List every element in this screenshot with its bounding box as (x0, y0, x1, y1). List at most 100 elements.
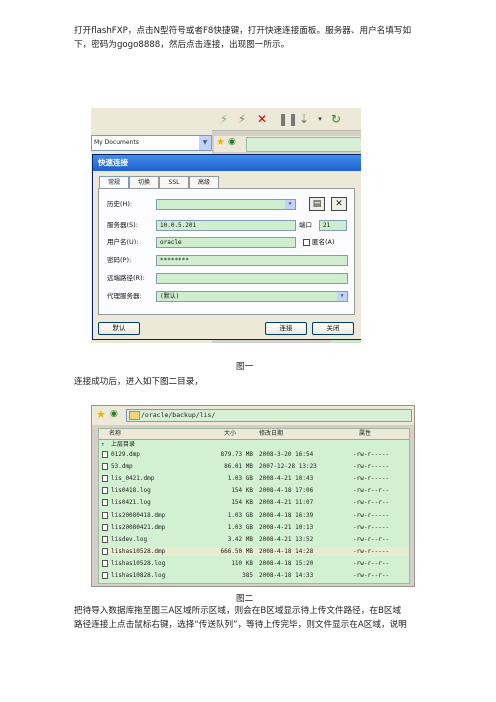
history-delete-button[interactable]: ✕ (331, 197, 347, 211)
file-attributes: -rw-r----- (353, 475, 390, 483)
intro-line-1: 打开flashFXP，点击N型符号或者F8快捷键，打开快速连接面板。服务器、用户… (74, 26, 412, 36)
history-select[interactable]: ▼ (156, 199, 296, 210)
file-row[interactable]: lisdev.log 3.42 MB 2008-4-21 13:52 -rw-r--r… (99, 535, 409, 544)
file-attributes: -rw-r--r-- (353, 499, 390, 507)
file-date: 2008-4-18 14:33 (259, 572, 314, 579)
file-row[interactable]: lis20080418.dmp 1.03 GB 2008-4-18 16:39 -rw… (99, 511, 409, 520)
user-field[interactable]: oracle (156, 237, 296, 248)
file-icon (102, 463, 108, 471)
star-icon[interactable]: ★ (96, 408, 106, 421)
file-size: 110 KB (231, 559, 253, 567)
folder-icon (129, 411, 140, 420)
proxy-select[interactable]: (默认) ▼ (156, 291, 348, 302)
paragraph-3-line-1: 把待导入数据库拖至图三A区域所示区域，则会在B区域显示待上传文件路径，在B区域 (74, 606, 402, 616)
file-icon (102, 523, 108, 531)
file-name: lis0421.log (111, 499, 151, 507)
file-row[interactable]: lishas10528.dmp 666.50 MB 2008-4-18 14:28 -… (99, 546, 409, 557)
file-name: lis_0421.dmp (111, 475, 155, 483)
connect-icon[interactable]: ⚡ (216, 111, 232, 127)
anonymous-label: 匿名(A) (312, 238, 335, 246)
local-path-value: My Documents (94, 139, 139, 146)
file-icon (102, 559, 108, 567)
file-date: 2008-4-21 11:07 (259, 499, 314, 507)
port-field[interactable]: 21 (319, 220, 347, 231)
column-name[interactable]: 名称 (109, 429, 121, 439)
file-date: 2008-4-18 16:39 (259, 511, 314, 519)
file-row[interactable]: 0129.dmp 879.73 MB 2008-3-20 16:54 -rw-r---… (99, 450, 409, 459)
file-date: 2008-4-21 10:43 (259, 475, 314, 483)
file-row[interactable]: lishas10828.log 385 2008-4-18 14:33 -rw-r--… (99, 571, 409, 580)
file-list: 名称 大小 修改日期 属性 ↑ 上层目录 0129.dmp 879.73 MB 20… (98, 428, 410, 584)
address-bar: ★ ◉ /oracle/backup/lis/ (92, 406, 414, 425)
disconnect-icon[interactable]: ⚡ (234, 111, 250, 127)
dropdown-icon[interactable]: ▾ (312, 111, 328, 127)
password-field[interactable]: ******** (156, 255, 348, 266)
tab-advanced[interactable]: 高级 (189, 176, 219, 188)
file-attributes: -rw-r--r-- (353, 559, 390, 567)
refresh-icon[interactable]: ↻ (328, 111, 344, 127)
file-date: 2007-12-28 13:23 (259, 463, 317, 471)
local-path-field[interactable]: My Documents ▼ (91, 135, 212, 151)
chevron-down-icon[interactable]: ▼ (199, 136, 211, 150)
file-row[interactable]: lis0421.log 154 KB 2008-4-21 11:07 -rw-r--r… (99, 498, 409, 507)
globe-icon[interactable]: ◉ (110, 409, 118, 419)
file-name: lis20080421.dmp (111, 523, 166, 531)
file-row[interactable]: lis0418.log 154 KB 2008-4-18 17:06 -rw-r--r… (99, 486, 409, 495)
chevron-down-icon[interactable]: ▼ (285, 200, 295, 209)
user-label: 用户名(U): (107, 238, 139, 246)
history-label: 历史(H): (107, 200, 133, 208)
parent-directory-label: 上层目录 (111, 441, 136, 448)
proxy-value: (默认) (160, 293, 180, 300)
file-row[interactable]: lis20080421.dmp 1.03 GB 2008-4-21 10:13 -rw… (99, 523, 409, 532)
globe-icon[interactable]: ◉ (228, 137, 236, 147)
paragraph-3: 把待导入数据库拖至图三A区域所示区域，则会在B区域显示待上传文件路径，在B区域 … (74, 604, 424, 632)
file-name: lishas10828.log (111, 572, 166, 579)
connect-button[interactable]: 连接 (265, 322, 307, 335)
tab-switch[interactable]: 切换 (129, 176, 159, 188)
remote-path-label: 远端路径(R): (107, 274, 145, 282)
file-name: lis0418.log (111, 487, 151, 495)
figure-quick-connect: ⚡ ⚡ ✕ ❚❚ ⇣ ▾ ↻ My Documents ▼ ★ ◉ 快速连接 常… (91, 108, 361, 343)
abort-icon[interactable]: ✕ (254, 111, 270, 127)
tab-ssl[interactable]: SSL (159, 176, 189, 188)
figure-2-caption: 图二 (236, 594, 254, 604)
server-field[interactable]: 10.0.5.201 (156, 220, 296, 231)
remote-path-field[interactable]: /oracle/backup/lis/ (126, 409, 412, 422)
file-date: 2008-4-21 13:52 (259, 535, 314, 543)
file-attributes: -rw-r----- (353, 523, 390, 531)
intro-paragraph: 打开flashFXP，点击N型符号或者F8快捷键，打开快速连接面板。服务器、用户… (74, 24, 424, 52)
transfer-icon[interactable]: ⇣ (296, 111, 312, 127)
file-icon (102, 499, 108, 507)
file-row[interactable]: 53.dmp 86.01 MB 2007-12-28 13:23 -rw-r----- (99, 462, 409, 471)
column-attr[interactable]: 属性 (359, 429, 371, 439)
file-icon (102, 511, 108, 519)
up-arrow-icon: ↑ (101, 441, 105, 448)
column-size[interactable]: 大小 (224, 429, 236, 439)
paragraph-3-line-2: 路径连接上点击鼠标右键，选择“传送队列”，等待上传完毕，则文件显示在A区域，说明 (74, 620, 407, 630)
file-row[interactable]: lis_0421.dmp 1.03 GB 2008-4-21 10:43 -rw-r-… (99, 474, 409, 483)
close-button[interactable]: 关闭 (312, 322, 354, 335)
default-button[interactable]: 默认 (98, 322, 140, 335)
file-date: 2008-4-21 10:13 (259, 523, 314, 531)
file-date: 2008-4-18 15:20 (259, 559, 314, 567)
file-name: 53.dmp (111, 463, 133, 471)
remote-address-bar: ★ ◉ (214, 136, 361, 152)
server-label: 服务器(S): (107, 221, 138, 229)
tab-panel-general: 历史(H): ▼ ▤ ✕ 服务器(S): 10.0.5.201 端口 21 用户… (98, 188, 355, 315)
dialog-title: 快速连接 (93, 155, 361, 171)
pause-icon[interactable]: ❚❚ (278, 111, 298, 127)
file-size: 385 (242, 572, 253, 579)
remote-path-field[interactable] (246, 137, 361, 152)
column-date[interactable]: 修改日期 (259, 429, 283, 439)
parent-directory-row[interactable]: ↑ 上层目录 (99, 440, 409, 449)
file-attributes: -rw-r----- (353, 547, 390, 555)
history-manage-button[interactable]: ▤ (309, 197, 325, 211)
chevron-down-icon[interactable]: ▼ (337, 292, 347, 301)
file-icon (102, 475, 108, 483)
file-row[interactable]: lishas10528.log 110 KB 2008-4-18 15:20 -rw-… (99, 559, 409, 568)
remote-path-input[interactable] (156, 273, 348, 284)
anonymous-checkbox[interactable] (303, 239, 310, 246)
file-size: 1.03 GB (227, 523, 253, 531)
star-icon[interactable]: ★ (216, 137, 225, 148)
file-attributes: -rw-r----- (353, 451, 390, 458)
